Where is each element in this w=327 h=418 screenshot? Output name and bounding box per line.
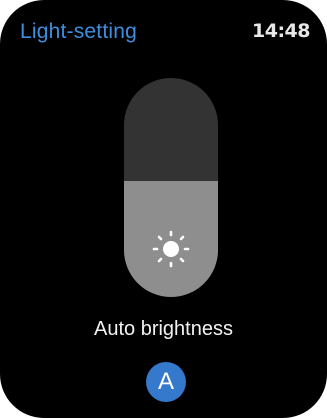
clock-time: 14:48	[252, 20, 310, 42]
auto-brightness-button[interactable]: A	[146, 362, 186, 402]
sun-icon	[152, 230, 190, 268]
auto-brightness-label: Auto brightness	[94, 318, 233, 340]
watch-frame: Light-setting 14:48 Auto brightness A	[0, 0, 327, 418]
page-title: Light-setting	[20, 20, 138, 43]
brightness-slider[interactable]	[124, 78, 218, 297]
